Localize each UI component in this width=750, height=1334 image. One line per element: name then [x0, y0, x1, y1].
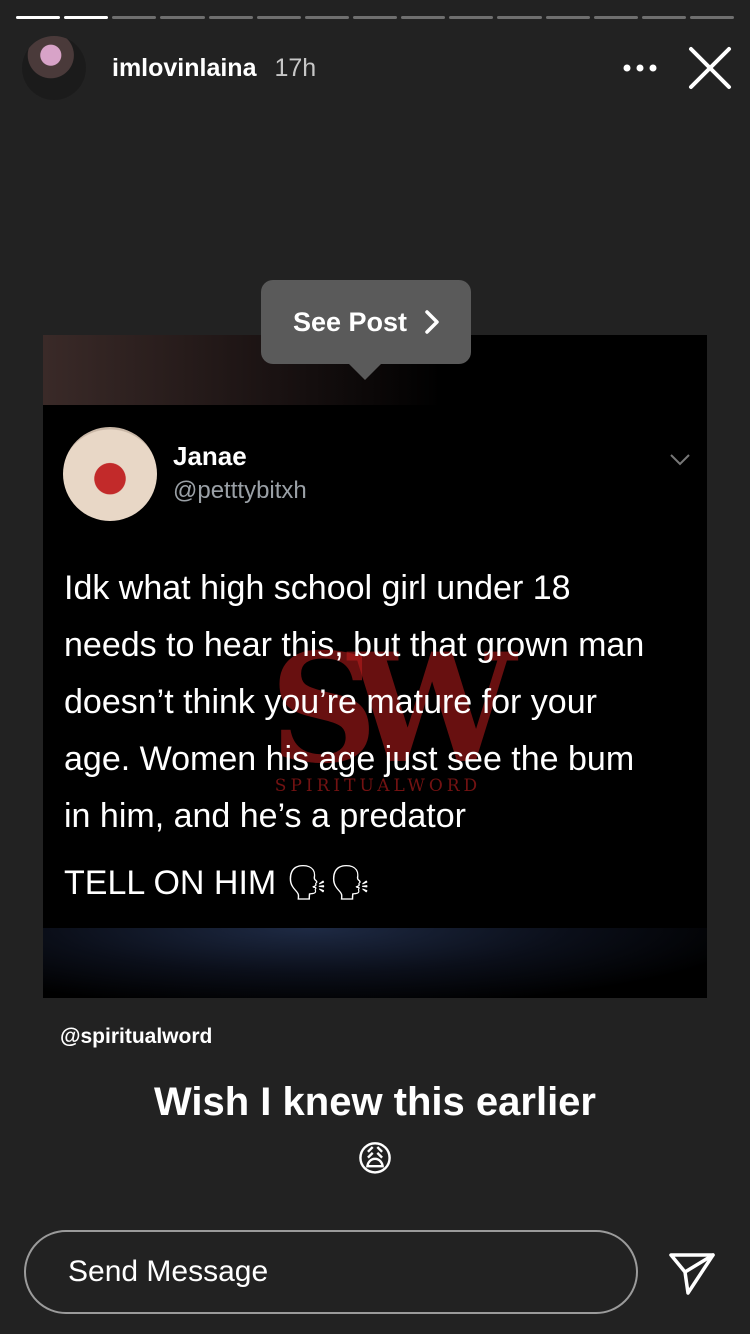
progress-segment [112, 16, 157, 19]
story-header: imlovinlaina 17h [22, 36, 732, 100]
send-icon [669, 1253, 715, 1295]
progress-segment [689, 16, 735, 19]
more-options-button[interactable] [610, 53, 670, 83]
progress-segment [304, 16, 349, 19]
progress-segment [401, 16, 446, 19]
post-credit[interactable]: @spiritualword [60, 1025, 212, 1049]
shared-post-card[interactable]: Janae @petttybitxh SW SPIRITUALWORD Idk … [43, 335, 707, 998]
progress-segment [208, 16, 253, 19]
tweet-tell-line: TELL ON HIM 🗣🗣 [64, 864, 372, 902]
more-horizontal-icon [623, 64, 657, 72]
progress-segment [160, 16, 205, 19]
close-button[interactable] [688, 46, 732, 90]
see-post-button[interactable]: See Post [261, 280, 471, 380]
send-button[interactable] [668, 1252, 716, 1296]
send-message-input[interactable] [24, 1230, 638, 1314]
chevron-down-icon [670, 454, 690, 466]
tweet-author-handle: @petttybitxh [173, 477, 307, 504]
chevron-right-icon [425, 310, 439, 334]
caption-emoji: 😩 [356, 1138, 394, 1179]
progress-segment [64, 16, 109, 19]
tweet-text: Idk what high school girl under 18 needs… [64, 569, 645, 835]
tweet-avatar [63, 427, 157, 521]
post-time: 17h [274, 53, 317, 82]
progress-segment [352, 16, 398, 19]
see-post-label: See Post [292, 306, 408, 337]
progress-segment [449, 16, 494, 19]
progress-segment [593, 16, 638, 19]
close-icon [689, 47, 731, 89]
story-progress-bar [16, 16, 735, 20]
avatar[interactable] [22, 36, 86, 100]
tweet-author-name: Janae [173, 441, 247, 471]
progress-segment [256, 16, 301, 19]
progress-segment [545, 16, 590, 19]
progress-segment [16, 16, 61, 19]
progress-segment [497, 16, 542, 19]
story-caption: Wish I knew this earlier [153, 1080, 596, 1124]
username[interactable]: imlovinlaina [112, 54, 256, 83]
progress-segment [641, 16, 686, 19]
